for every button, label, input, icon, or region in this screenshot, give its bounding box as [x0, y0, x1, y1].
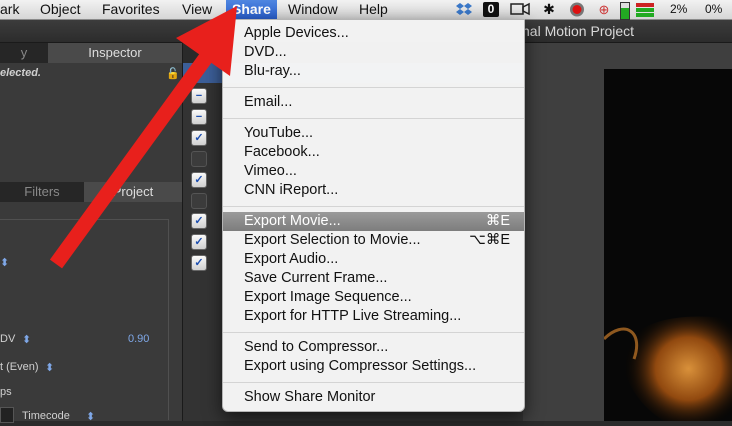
record-icon[interactable] [568, 2, 586, 17]
layer-checkbox[interactable]: ✓ [191, 213, 207, 229]
memory-meter-icon [636, 2, 654, 18]
stepper-icon[interactable]: ⬍ [86, 410, 95, 423]
layer-checkbox[interactable]: ✓ [191, 234, 207, 250]
menu-item-blu-ray[interactable]: Blu-ray... [223, 62, 524, 81]
mid-tab-row: Filters Project [0, 182, 182, 202]
layer-checkbox[interactable]: ✓ [191, 255, 207, 271]
selection-status: elected. [0, 67, 41, 79]
menu-object[interactable]: Object [40, 0, 80, 19]
share-menu: Apple Devices... DVD... Blu-ray... Email… [222, 19, 525, 412]
battery-meter-icon [620, 2, 630, 20]
particle-effect-image [602, 316, 732, 421]
stepper-icon[interactable]: ⬍ [22, 333, 31, 346]
menu-item-export-movie[interactable]: Export Movie... ⌘E [223, 212, 524, 231]
layer-checkbox[interactable]: ✓ [191, 130, 207, 146]
stepper-icon[interactable]: ⬍ [0, 256, 9, 269]
lock-icon[interactable]: 🔓 [166, 67, 180, 80]
video-camera-icon[interactable] [510, 2, 530, 17]
menu-item-facebook[interactable]: Facebook... [223, 143, 524, 162]
layer-checkbox[interactable] [191, 151, 207, 167]
menu-window[interactable]: Window [288, 0, 338, 19]
menu-separator [223, 206, 524, 207]
menu-item-export-audio[interactable]: Export Audio... [223, 250, 524, 269]
menu-separator [223, 332, 524, 333]
menu-help[interactable]: Help [359, 0, 388, 19]
menu-item-export-selection[interactable]: Export Selection to Movie... ⌥⌘E [223, 231, 524, 250]
setting-label-4: Timecode [22, 410, 70, 422]
menu-item-send-to-compressor[interactable]: Send to Compressor... [223, 338, 524, 357]
dropbox-icon[interactable] [456, 2, 472, 17]
tab-library[interactable]: y [0, 43, 48, 63]
menu-item-youtube[interactable]: YouTube... [223, 124, 524, 143]
tab-inspector[interactable]: Inspector [48, 43, 182, 63]
setting-value-1[interactable]: 0.90 [128, 333, 149, 345]
one-password-icon[interactable]: 0 [483, 2, 499, 17]
menu-item-show-share-monitor[interactable]: Show Share Monitor [223, 388, 524, 407]
menu-item-apple-devices[interactable]: Apple Devices... [223, 24, 524, 43]
canvas-area[interactable] [523, 43, 732, 421]
menu-share[interactable]: Share [226, 0, 277, 19]
window-title: nal Motion Project [522, 23, 635, 39]
menu-item-save-current-frame[interactable]: Save Current Frame... [223, 269, 524, 288]
tab-filters[interactable]: Filters [0, 182, 84, 202]
shortcut-export-selection: ⌥⌘E [469, 232, 510, 248]
menu-bar: ark Object Favorites View Share Window H… [0, 0, 732, 20]
inspector-panel: y Inspector elected. 🔓 Filters Project ⬍… [0, 43, 183, 423]
menu-view[interactable]: View [182, 0, 212, 19]
project-settings-box [0, 219, 169, 420]
menu-item-cnn-ireport[interactable]: CNN iReport... [223, 181, 524, 200]
menu-separator [223, 118, 524, 119]
menu-separator [223, 382, 524, 383]
layer-checkbox[interactable]: − [191, 109, 207, 125]
setting-label-1: DV [0, 333, 16, 345]
setting-label-2: t (Even) [0, 361, 39, 373]
menu-item-export-http-live-streaming[interactable]: Export for HTTP Live Streaming... [223, 307, 524, 326]
menu-item-export-compressor-settings[interactable]: Export using Compressor Settings... [223, 357, 524, 376]
tab-project[interactable]: Project [84, 182, 182, 202]
layer-checkbox[interactable]: ✓ [191, 172, 207, 188]
setting-label-3: ps [0, 386, 12, 398]
layer-checkbox[interactable] [191, 193, 207, 209]
top-tab-row: y Inspector [0, 43, 182, 63]
shortcut-export-movie: ⌘E [485, 213, 510, 229]
menu-item-export-image-sequence[interactable]: Export Image Sequence... [223, 288, 524, 307]
menu-item-dvd[interactable]: DVD... [223, 43, 524, 62]
snowflake-icon[interactable]: ✱ [540, 2, 558, 17]
cpu-usage-2: 0% [705, 2, 723, 16]
menu-item-email[interactable]: Email... [223, 93, 524, 112]
cpu-usage-1: 2% [670, 2, 688, 16]
menu-favorites[interactable]: Favorites [102, 0, 160, 19]
menu-mark[interactable]: ark [0, 0, 19, 19]
stepper-icon[interactable]: ⬍ [45, 361, 54, 374]
menu-separator [223, 87, 524, 88]
layer-checkbox[interactable]: − [191, 88, 207, 104]
canvas-viewer[interactable] [602, 69, 732, 421]
life-ring-icon[interactable]: ⊕ [596, 2, 612, 17]
menu-item-vimeo[interactable]: Vimeo... [223, 162, 524, 181]
